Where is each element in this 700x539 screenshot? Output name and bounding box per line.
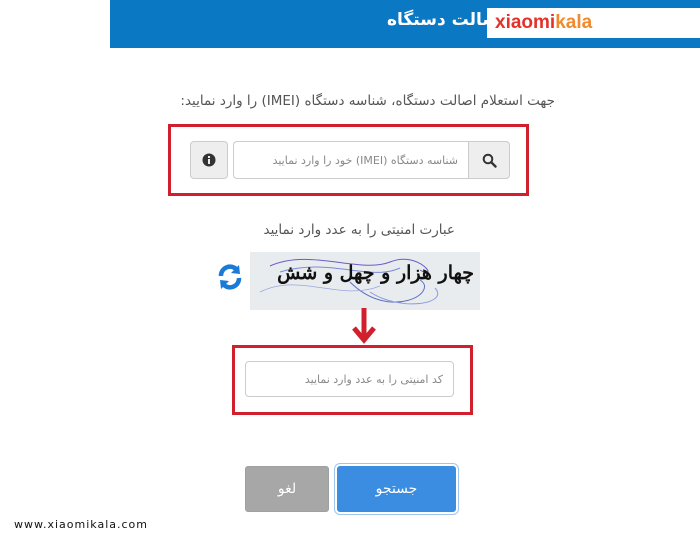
info-button[interactable]	[190, 141, 228, 179]
captcha-image: چهار هزار و چهل و شش	[250, 252, 480, 310]
imei-input-group	[190, 141, 510, 179]
instruction-text: جهت استعلام اصالت دستگاه، شناسه دستگاه (…	[180, 93, 555, 109]
captcha-input[interactable]	[245, 361, 454, 397]
refresh-captcha-button[interactable]	[215, 262, 245, 292]
refresh-icon	[218, 264, 242, 290]
search-button[interactable]	[468, 141, 510, 179]
site-watermark: www.xiaomikala.com	[14, 518, 148, 531]
brand-logo: xiaomikala	[487, 8, 700, 38]
arrow-down-icon	[352, 308, 376, 344]
imei-input[interactable]	[233, 141, 468, 179]
captcha-text: چهار هزار و چهل و شش	[277, 262, 474, 284]
search-icon	[482, 153, 497, 168]
cancel-button[interactable]: لغو	[245, 466, 329, 512]
submit-button[interactable]: جستجو	[337, 466, 456, 512]
captcha-label: عبارت امنیتی را به عدد وارد نمایید	[263, 222, 456, 238]
info-icon	[202, 153, 216, 167]
